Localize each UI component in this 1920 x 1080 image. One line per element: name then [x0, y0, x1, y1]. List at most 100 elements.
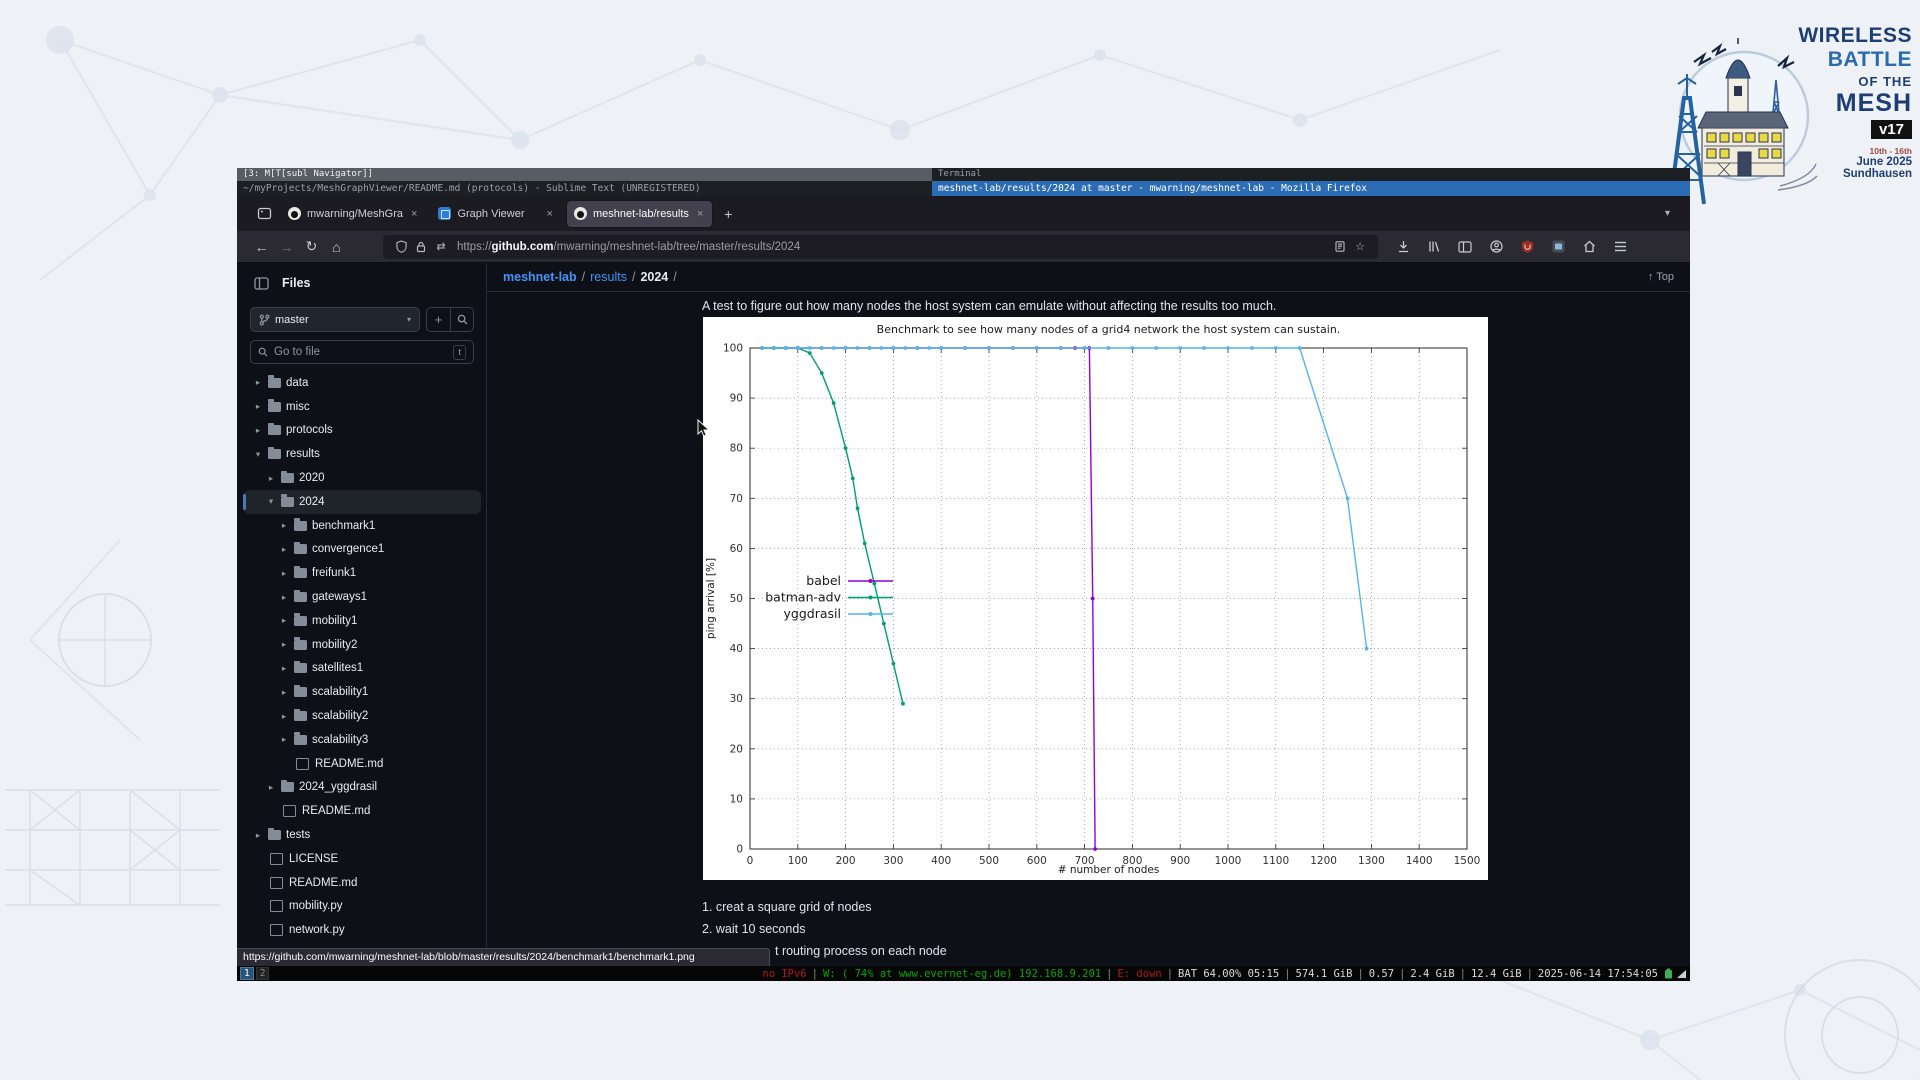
screenshot-extension-icon[interactable] [1547, 235, 1569, 259]
tab-graph-viewer[interactable]: Graph Viewer × [431, 201, 562, 227]
back-button[interactable]: ← [249, 235, 274, 259]
sidebars-icon[interactable] [1454, 235, 1476, 259]
chevron-right-icon[interactable]: ▸ [266, 782, 276, 793]
tree-item-misc[interactable]: ▸ misc [243, 395, 481, 419]
branch-selector[interactable]: master ▾ [250, 307, 420, 332]
go-to-file-input[interactable]: Go to file t [250, 340, 474, 364]
tree-item-mobility-py[interactable]: mobility.py [243, 895, 481, 919]
logo-version-badge: v17 [1870, 120, 1912, 139]
tree-item-readme-md[interactable]: README.md [243, 871, 481, 895]
repo-main-panel: meshnet-lab / results / 2024 / ↑ Top A t… [487, 263, 1690, 966]
tree-item-freifunk1[interactable]: ▸ freifunk1 [243, 561, 481, 585]
tree-item-label: mobility.py [289, 900, 343, 913]
forward-button[interactable]: → [274, 235, 299, 259]
account-icon[interactable] [1485, 235, 1507, 259]
tree-item-tests[interactable]: ▸ tests [243, 823, 481, 847]
tab-close-icon[interactable]: × [695, 208, 705, 220]
add-file-button[interactable]: + [427, 308, 450, 331]
chevron-right-icon[interactable]: ▸ [279, 615, 289, 626]
list-all-tabs-icon[interactable]: ▾ [1659, 208, 1676, 219]
battery-tray-icon[interactable] [1664, 968, 1673, 979]
chevron-right-icon[interactable]: ▸ [279, 520, 289, 531]
firefox-view-icon[interactable] [251, 202, 277, 226]
chevron-right-icon[interactable]: ▸ [279, 544, 289, 555]
tree-item-license[interactable]: LICENSE [243, 847, 481, 871]
tree-item-scalability2[interactable]: ▸ scalability2 [243, 704, 481, 728]
ublock-extension-icon[interactable] [1516, 235, 1538, 259]
network-tray-icon[interactable] [1676, 969, 1687, 979]
search-this-repo-icon[interactable] [450, 308, 473, 331]
tree-item-label: mobility2 [312, 638, 358, 651]
collapse-sidebar-icon[interactable] [249, 271, 273, 295]
wm-terminal-title[interactable]: Terminal [932, 168, 1690, 181]
svg-text:0: 0 [747, 855, 754, 867]
downloads-icon[interactable] [1392, 235, 1414, 259]
tree-item-scalability1[interactable]: ▸ scalability1 [243, 680, 481, 704]
wm-firefox-title[interactable]: meshnet-lab/results/2024 at master - mwa… [932, 181, 1690, 196]
lock-icon[interactable] [411, 241, 431, 253]
breadcrumb-results-link[interactable]: results [590, 270, 627, 284]
menu-hamburger-icon[interactable] [1609, 235, 1631, 259]
tree-item-mobility1[interactable]: ▸ mobility1 [243, 609, 481, 633]
tree-item-convergence1[interactable]: ▸ convergence1 [243, 538, 481, 562]
tree-item-label: scalability1 [312, 686, 369, 699]
tree-item-readme-md[interactable]: README.md [243, 752, 481, 776]
breadcrumb-repo-link[interactable]: meshnet-lab [503, 270, 577, 284]
url-bar[interactable]: ⇄ https://github.com/mwarning/meshnet-la… [383, 234, 1378, 259]
tab-close-icon[interactable]: × [409, 208, 419, 220]
chevron-right-icon[interactable]: ▸ [253, 401, 263, 412]
chevron-right-icon[interactable]: ▸ [279, 663, 289, 674]
chevron-right-icon[interactable]: ▸ [279, 734, 289, 745]
wm-sublime-title[interactable]: ~/myProjects/MeshGraphViewer/README.md (… [237, 181, 932, 196]
tree-item-gateways1[interactable]: ▸ gateways1 [243, 585, 481, 609]
extension-home-icon[interactable] [1578, 235, 1600, 259]
back-to-top-link[interactable]: ↑ Top [1648, 271, 1674, 283]
chevron-right-icon[interactable]: ▸ [253, 425, 263, 436]
tree-item-readme-md[interactable]: README.md [243, 799, 481, 823]
translate-arrows-icon[interactable]: ⇄ [431, 240, 451, 253]
tree-item-results[interactable]: ▾ results [243, 442, 481, 466]
wm-container-title[interactable]: [3: M[T[subl Navigator]] [237, 168, 932, 181]
workspace-2-button[interactable]: 2 [255, 967, 270, 980]
chevron-right-icon[interactable]: ▸ [253, 830, 263, 841]
svg-text:900: 900 [1170, 855, 1190, 867]
url-domain: github.com [491, 240, 554, 253]
benchmark-chart[interactable]: 0 100 200 300 400 500 600 700 800 900 1000 1100 1200… [703, 317, 1488, 880]
chevron-right-icon[interactable]: ▸ [279, 568, 289, 579]
tab-mwarning-meshgraphviewer[interactable]: mwarning/MeshGraphVie × [281, 201, 426, 227]
chevron-down-icon[interactable]: ▾ [253, 449, 263, 460]
chevron-right-icon[interactable]: ▸ [279, 687, 289, 698]
shield-icon[interactable] [391, 240, 411, 253]
tree-item-data[interactable]: ▸ data [243, 371, 481, 395]
tab-close-icon[interactable]: × [545, 208, 555, 220]
home-button[interactable]: ⌂ [324, 235, 349, 259]
tree-item-label: benchmark1 [312, 519, 376, 532]
reader-view-icon[interactable] [1330, 241, 1350, 252]
url-text[interactable]: https://github.com/mwarning/meshnet-lab/… [457, 241, 1330, 253]
chevron-down-icon[interactable]: ▾ [266, 496, 276, 507]
tab-meshnet-lab-results[interactable]: meshnet-lab/results/202 × [566, 200, 713, 227]
tree-item-2024-yggdrasil[interactable]: ▸ 2024_yggdrasil [243, 776, 481, 800]
chevron-right-icon[interactable]: ▸ [266, 473, 276, 484]
tree-item-benchmark1[interactable]: ▸ benchmark1 [243, 514, 481, 538]
workspace-1-button[interactable]: 1 [240, 967, 254, 980]
tree-item-2024[interactable]: ▾ 2024 [243, 489, 481, 514]
tree-item-network-py[interactable]: network.py [243, 918, 481, 942]
status-separator: | [1526, 967, 1533, 980]
tree-item-mobility2[interactable]: ▸ mobility2 [243, 633, 481, 657]
tree-item-2020[interactable]: ▸ 2020 [243, 466, 481, 490]
chevron-right-icon[interactable]: ▸ [279, 592, 289, 603]
library-icon[interactable] [1423, 235, 1445, 259]
tree-item-scalability3[interactable]: ▸ scalability3 [243, 728, 481, 752]
reload-button[interactable]: ↻ [299, 235, 324, 259]
chevron-right-icon[interactable]: ▸ [253, 377, 263, 388]
svg-text:1200: 1200 [1310, 855, 1337, 867]
chevron-right-icon[interactable]: ▸ [279, 711, 289, 722]
svg-text:10: 10 [730, 793, 743, 805]
bookmark-star-icon[interactable]: ☆ [1350, 240, 1370, 253]
chevron-right-icon[interactable]: ▸ [279, 639, 289, 650]
new-tab-button[interactable]: + [717, 203, 739, 225]
tree-item-protocols[interactable]: ▸ protocols [243, 419, 481, 443]
github-favicon-icon [288, 207, 301, 220]
tree-item-satellites1[interactable]: ▸ satellites1 [243, 657, 481, 681]
